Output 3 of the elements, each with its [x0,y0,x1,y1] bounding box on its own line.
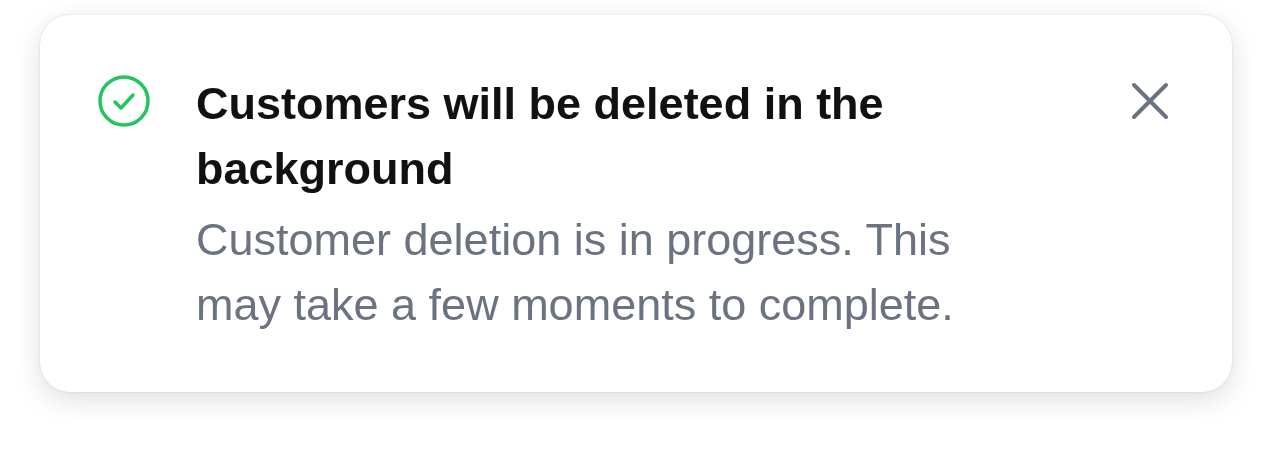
close-icon [1130,81,1170,121]
toast-title: Customers will be deleted in the background [196,77,885,196]
toast-message: Customer deletion is in progress. This may take a few moments to complete. [196,213,955,332]
